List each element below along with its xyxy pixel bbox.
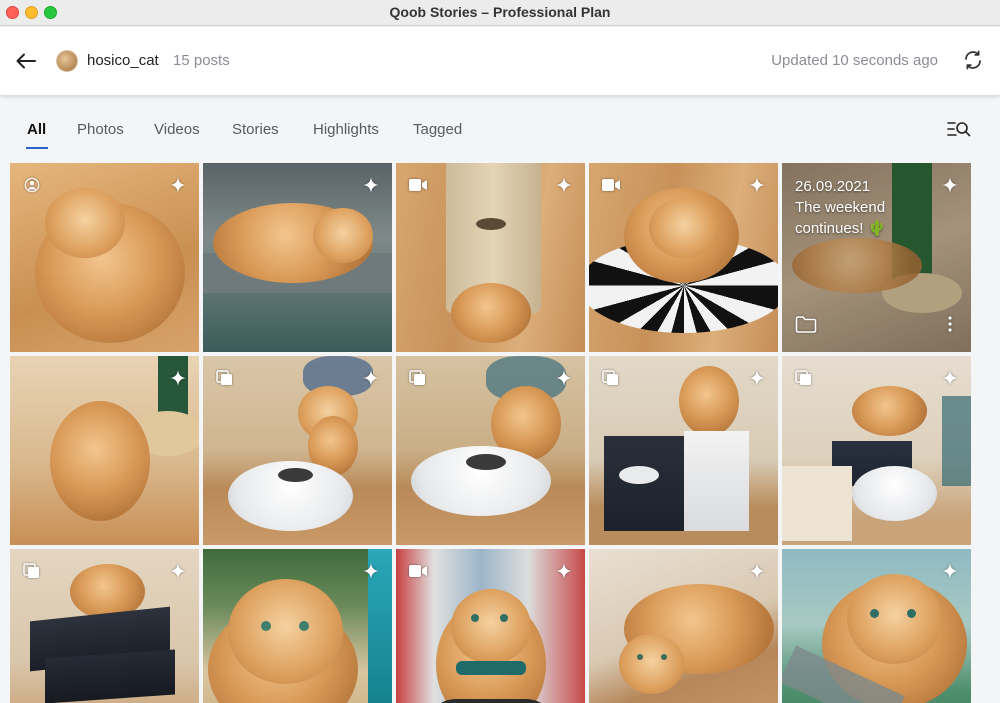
post-tile[interactable]: [203, 163, 392, 352]
back-button[interactable]: [14, 49, 38, 73]
post-tile[interactable]: [589, 356, 778, 545]
story-tile[interactable]: 26.09.2021 The weekend continues! 🌵: [782, 163, 971, 352]
sparkle-icon[interactable]: [942, 370, 958, 386]
filter-tabs: All Photos Videos Stories Highlights Tag…: [0, 96, 1000, 156]
carousel-icon: [795, 370, 811, 385]
story-caption-block: 26.09.2021 The weekend continues! 🌵: [795, 176, 935, 239]
sparkle-icon[interactable]: [556, 370, 572, 386]
refresh-button[interactable]: [961, 48, 985, 72]
profile-icon: [24, 177, 40, 193]
sparkle-icon[interactable]: [942, 177, 958, 193]
post-tile[interactable]: [396, 549, 585, 703]
refresh-icon: [965, 50, 981, 70]
sparkle-icon[interactable]: [749, 370, 765, 386]
updated-status: Updated 10 seconds ago: [771, 52, 938, 69]
carousel-icon: [216, 370, 232, 385]
avatar: [56, 50, 78, 72]
post-tile[interactable]: [10, 549, 199, 703]
sparkle-icon[interactable]: [556, 563, 572, 579]
carousel-icon: [409, 370, 425, 385]
active-tab-indicator: [26, 147, 48, 149]
tab-all[interactable]: All: [27, 121, 46, 138]
tab-highlights[interactable]: Highlights: [313, 121, 379, 138]
sparkle-icon[interactable]: [363, 177, 379, 193]
back-arrow-icon: [16, 53, 36, 69]
filter-search-button[interactable]: [946, 118, 972, 140]
window-titlebar: Qoob Stories – Professional Plan: [0, 0, 1000, 26]
post-tile[interactable]: [203, 356, 392, 545]
post-tile[interactable]: [782, 356, 971, 545]
carousel-icon: [23, 563, 39, 578]
folder-icon[interactable]: [795, 315, 817, 333]
post-tile[interactable]: [782, 549, 971, 703]
sparkle-icon[interactable]: [363, 563, 379, 579]
post-tile[interactable]: [589, 549, 778, 703]
tab-tagged[interactable]: Tagged: [413, 121, 462, 138]
sparkle-icon[interactable]: [942, 563, 958, 579]
story-date: 26.09.2021: [795, 178, 871, 195]
sparkle-icon[interactable]: [363, 370, 379, 386]
tab-stories[interactable]: Stories: [232, 121, 279, 138]
carousel-icon: [602, 370, 618, 385]
sparkle-icon[interactable]: [749, 563, 765, 579]
tab-photos[interactable]: Photos: [77, 121, 124, 138]
video-icon: [602, 179, 620, 191]
username: hosico_cat: [87, 52, 159, 69]
filter-search-icon: [947, 122, 971, 137]
more-vertical-icon[interactable]: [947, 315, 953, 333]
window-title: Qoob Stories – Professional Plan: [389, 4, 611, 20]
post-tile[interactable]: [203, 549, 392, 703]
post-tile[interactable]: [589, 163, 778, 352]
profile-header: hosico_cat 15 posts Updated 10 seconds a…: [0, 27, 1000, 95]
posts-grid: 26.09.2021 The weekend continues! 🌵: [10, 163, 972, 703]
sparkle-icon[interactable]: [749, 177, 765, 193]
sparkle-icon[interactable]: [556, 177, 572, 193]
sparkle-icon[interactable]: [170, 177, 186, 193]
tab-videos[interactable]: Videos: [154, 121, 200, 138]
post-tile[interactable]: [396, 163, 585, 352]
sparkle-icon[interactable]: [170, 370, 186, 386]
sparkle-icon[interactable]: [170, 563, 186, 579]
post-tile[interactable]: [10, 356, 199, 545]
post-tile[interactable]: [396, 356, 585, 545]
post-count: 15 posts: [173, 52, 230, 69]
story-caption: The weekend continues! 🌵: [795, 199, 887, 237]
post-tile[interactable]: [10, 163, 199, 352]
video-icon: [409, 179, 427, 191]
video-icon: [409, 565, 427, 577]
